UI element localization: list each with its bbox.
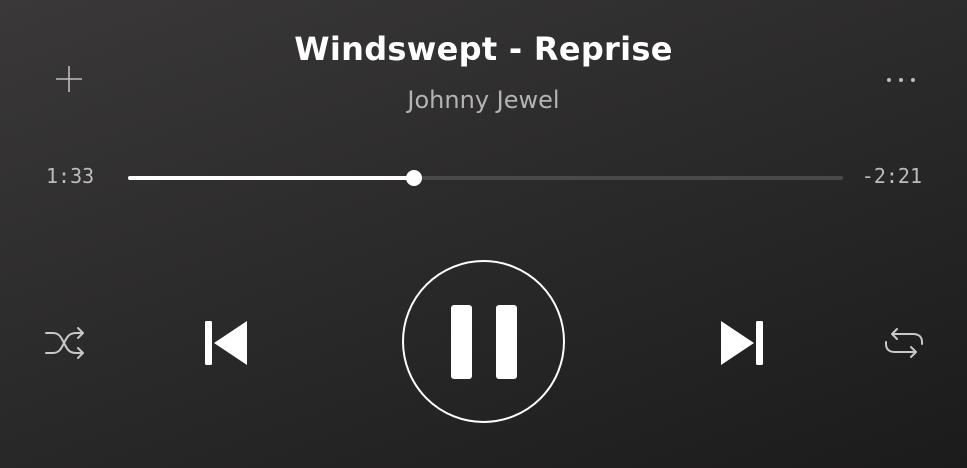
- more-horizontal-icon: [886, 77, 916, 83]
- add-to-library-button[interactable]: [52, 62, 86, 96]
- skip-previous-icon: [203, 319, 249, 367]
- progress-thumb[interactable]: [406, 170, 422, 186]
- plus-icon: [54, 64, 84, 94]
- progress-bar[interactable]: [128, 170, 843, 186]
- more-options-button[interactable]: [880, 68, 922, 92]
- next-track-button[interactable]: [714, 316, 770, 370]
- elapsed-time: 1:33: [46, 164, 95, 188]
- pause-button[interactable]: [402, 260, 565, 423]
- repeat-button[interactable]: [880, 322, 928, 364]
- progress-fill: [128, 176, 414, 180]
- shuffle-icon: [43, 325, 87, 361]
- artist-name[interactable]: Johnny Jewel: [200, 86, 767, 114]
- track-title: Windswept - Reprise: [294, 30, 673, 68]
- previous-track-button[interactable]: [198, 316, 254, 370]
- skip-next-icon: [719, 319, 765, 367]
- remaining-time: -2:21: [861, 164, 922, 188]
- shuffle-button[interactable]: [42, 322, 88, 364]
- repeat-icon: [881, 325, 927, 361]
- pause-icon: [450, 304, 517, 379]
